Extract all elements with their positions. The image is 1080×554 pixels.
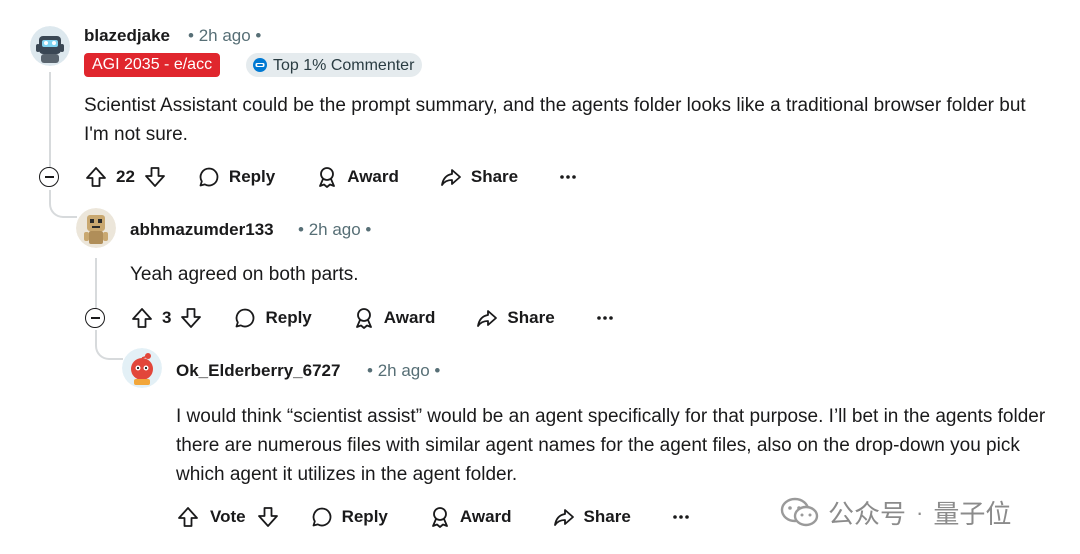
more-icon xyxy=(672,515,689,519)
comment-meta: • 2h ago • xyxy=(367,361,440,381)
award-icon xyxy=(431,507,448,528)
award-button[interactable]: Award xyxy=(352,306,436,330)
comment-actions: 3 Reply Award Share xyxy=(130,303,615,333)
separator-dot: • xyxy=(434,361,441,380)
award-label: Award xyxy=(347,167,399,186)
wechat-icon xyxy=(780,497,820,529)
upvote-button[interactable] xyxy=(176,505,200,529)
comment-actions: 22 Reply Award Share xyxy=(84,162,578,192)
downvote-button[interactable] xyxy=(143,165,167,189)
user-flair: AGI 2035 - e/acc xyxy=(84,53,221,77)
award-label: Award xyxy=(383,308,436,327)
comment-body: Scientist Assistant could be the prompt … xyxy=(84,95,1026,145)
avatar[interactable] xyxy=(122,348,162,388)
comment-bubble-icon xyxy=(236,308,255,328)
collapse-button[interactable] xyxy=(85,308,105,328)
share-label: Share xyxy=(583,507,631,526)
upvote-icon xyxy=(86,167,106,187)
collapse-button[interactable] xyxy=(39,167,59,187)
more-icon xyxy=(596,316,613,320)
downvote-icon xyxy=(257,507,278,527)
comment-meta: • 2h ago • xyxy=(188,26,261,46)
award-icon xyxy=(355,308,372,329)
username[interactable]: blazedjake xyxy=(84,26,170,46)
share-label: Share xyxy=(470,167,519,186)
upvote-button[interactable] xyxy=(130,306,154,330)
share-label: Share xyxy=(507,308,555,327)
watermark-account: 公众号 xyxy=(828,499,907,529)
reply-label: Reply xyxy=(341,507,388,526)
award-label: Award xyxy=(459,507,512,526)
upvote-icon xyxy=(132,308,152,328)
separator-dot: · xyxy=(916,499,924,525)
downvote-button[interactable] xyxy=(256,505,280,529)
thread-line-2 xyxy=(95,258,97,308)
timestamp[interactable]: 2h ago xyxy=(378,361,430,380)
comment-actions: Vote Reply Award Share xyxy=(176,502,691,532)
upvote-icon xyxy=(178,507,198,527)
share-button[interactable]: Share xyxy=(475,306,555,330)
thread-branch-2 xyxy=(95,330,123,360)
reply-button[interactable]: Reply xyxy=(197,165,275,189)
vote-label: Vote xyxy=(210,507,246,526)
upvote-button[interactable] xyxy=(84,165,108,189)
commenter-badge-icon xyxy=(252,57,268,73)
more-options-button[interactable] xyxy=(558,167,578,187)
thread-branch-1 xyxy=(49,190,77,218)
separator-dot: • xyxy=(365,220,372,239)
reply-label: Reply xyxy=(265,308,312,327)
share-icon xyxy=(477,310,498,327)
share-icon xyxy=(440,169,461,186)
downvote-icon xyxy=(181,308,202,328)
more-options-button[interactable] xyxy=(595,308,615,328)
share-button[interactable]: Share xyxy=(552,505,631,529)
badge-label: Top 1% Commenter xyxy=(273,56,415,74)
separator-dot: • xyxy=(298,220,304,239)
vote-count: 22 xyxy=(116,167,135,186)
timestamp[interactable]: 2h ago xyxy=(199,26,251,45)
reply-button[interactable]: Reply xyxy=(233,306,312,330)
downvote-icon xyxy=(145,167,165,187)
separator-dot: • xyxy=(188,26,194,45)
comment-meta: • 2h ago • xyxy=(298,220,371,240)
share-icon xyxy=(553,509,574,526)
reply-button[interactable]: Reply xyxy=(310,505,388,529)
username[interactable]: abhmazumder133 xyxy=(130,220,274,240)
thread-line-1 xyxy=(49,72,51,167)
avatar[interactable] xyxy=(30,26,70,66)
separator-dot: • xyxy=(255,26,262,45)
share-button[interactable]: Share xyxy=(439,165,518,189)
comment-bubble-icon xyxy=(312,507,331,527)
watermark: 公众号 · 量子位 xyxy=(780,494,1011,531)
username[interactable]: Ok_Elderberry_6727 xyxy=(176,361,340,381)
comment-body: Yeah agreed on both parts. xyxy=(130,264,359,285)
vote-count: 3 xyxy=(162,308,172,327)
award-button[interactable]: Award xyxy=(428,505,512,529)
avatar[interactable] xyxy=(76,208,116,248)
timestamp[interactable]: 2h ago xyxy=(309,220,361,239)
award-icon xyxy=(319,167,336,188)
reply-label: Reply xyxy=(228,167,276,186)
comment-body: I would think “scientist assist” would b… xyxy=(176,406,1046,485)
top-commenter-badge: Top 1% Commenter xyxy=(246,53,423,77)
comment-bubble-icon xyxy=(199,167,219,187)
downvote-button[interactable] xyxy=(179,306,203,330)
separator-dot: • xyxy=(367,361,373,380)
watermark-name: 量子位 xyxy=(933,499,1012,529)
more-icon xyxy=(560,175,576,179)
award-button[interactable]: Award xyxy=(315,165,399,189)
more-options-button[interactable] xyxy=(671,507,691,527)
